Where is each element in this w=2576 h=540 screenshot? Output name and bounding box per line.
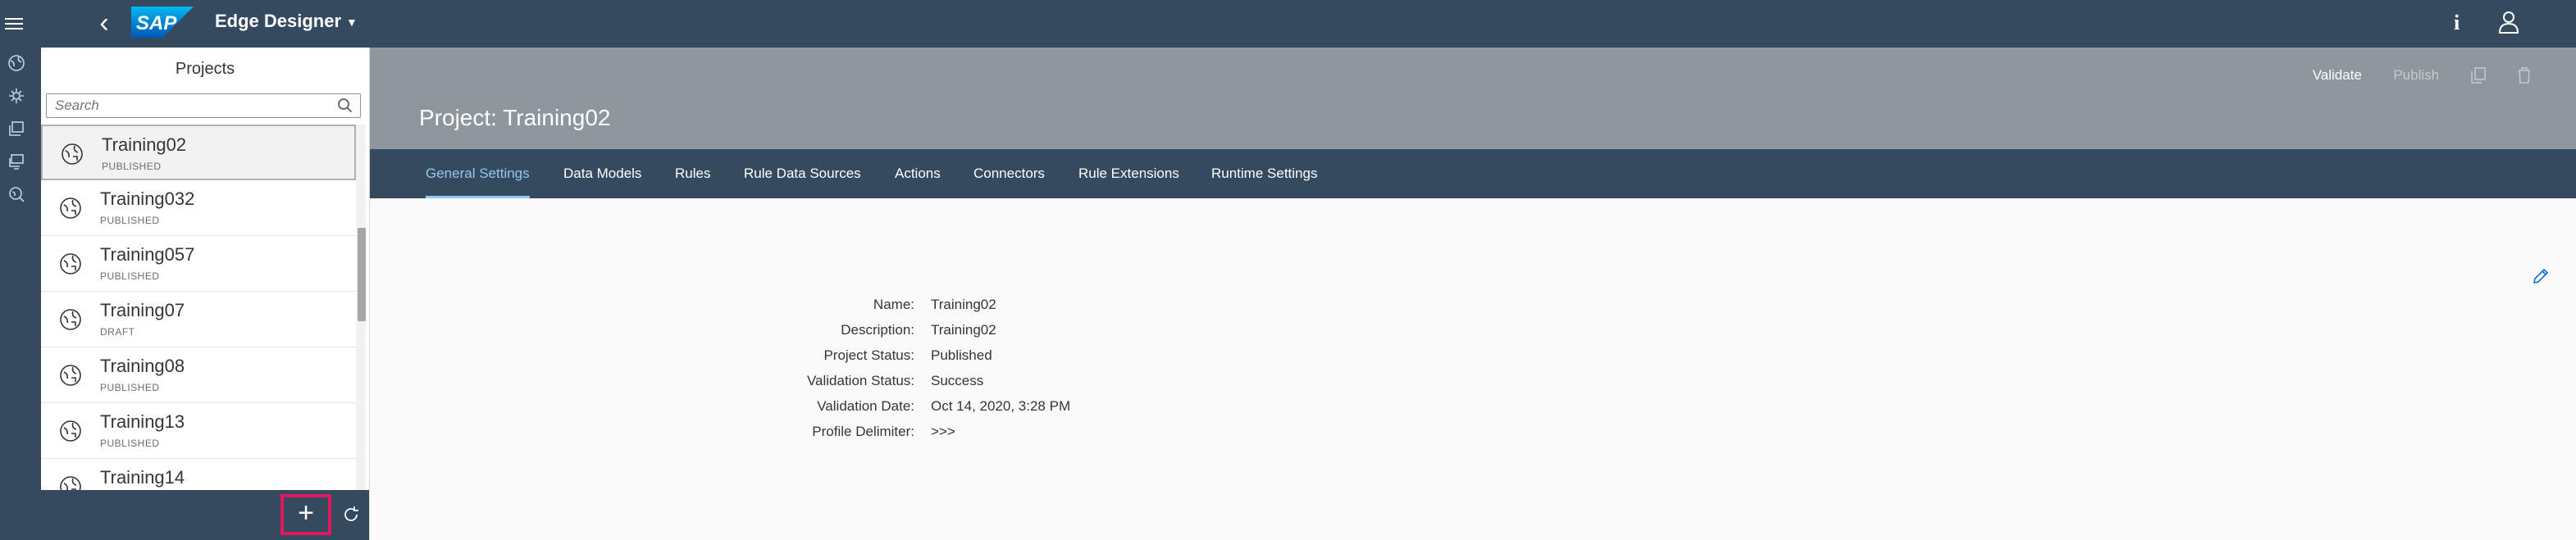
shell-bar: ‹ SAP Edge Designer ▼ i [0,0,2576,48]
project-status: PUBLISHED [100,382,160,393]
delete-icon[interactable] [2517,67,2532,84]
tab-rules[interactable]: Rules [675,149,710,198]
search-input[interactable] [53,94,327,117]
side-navigation [0,48,41,540]
field-label: Profile Delimiter: [812,424,914,439]
project-icon [60,197,81,219]
projects-panel: Projects Training02 PUBLISHED Training03… [41,48,370,540]
chevron-down-icon: ▼ [346,16,358,29]
edit-icon[interactable] [2532,267,2550,285]
field-label: Validation Date: [817,398,914,414]
info-icon[interactable]: i [2454,11,2460,35]
app-title[interactable]: Edge Designer ▼ [215,11,358,32]
refresh-icon[interactable] [341,505,361,524]
validate-button[interactable]: Validate [2313,67,2362,84]
list-footer-toolbar: + [41,490,369,540]
project-icon [60,420,81,442]
back-icon[interactable]: ‹ [92,8,116,38]
search-icon[interactable] [337,98,353,114]
project-icon [60,365,81,386]
add-project-button[interactable]: + [280,494,331,535]
project-icon [62,143,83,165]
field-value: Success [931,373,984,388]
search-field[interactable] [46,93,361,118]
project-name: Training14 [100,467,185,488]
field-label: Name: [873,297,914,312]
project-icon [60,476,81,490]
tab-connectors[interactable]: Connectors [973,149,1045,198]
list-item[interactable]: Training02 PUBLISHED [41,125,356,180]
svg-text:SAP: SAP [136,12,177,34]
field-label: Project Status: [823,347,914,363]
tab-bar: General Settings Data Models Rules Rule … [370,149,2576,198]
tab-actions[interactable]: Actions [895,149,941,198]
user-icon[interactable] [2496,10,2521,34]
scrollbar-thumb[interactable] [358,228,366,321]
project-name: Training07 [100,300,185,320]
tab-rule-data-sources[interactable]: Rule Data Sources [744,149,861,198]
tab-general-settings[interactable]: General Settings [426,149,530,198]
field-value: Published [931,347,992,363]
list-item[interactable]: Training14 [41,459,356,490]
menu-icon[interactable] [5,15,23,33]
field-value: >>> [931,424,955,439]
field-label: Validation Status: [806,373,914,388]
panel-title: Projects [175,60,235,78]
stack-icon[interactable] [7,120,25,138]
general-settings-form: Name: Training02 Description: Training02… [370,198,2576,540]
project-status: PUBLISHED [100,270,160,282]
project-name: Training057 [100,244,195,265]
project-status: PUBLISHED [100,215,160,226]
gear-network-icon[interactable] [7,87,25,105]
list-item[interactable]: Training13 PUBLISHED [41,403,356,459]
project-status: PUBLISHED [102,161,162,172]
page-title: Project: Training02 [419,105,611,130]
monitor-icon[interactable] [7,152,25,170]
list-item[interactable]: Training07 DRAFT [41,292,356,347]
project-status: DRAFT [100,326,135,338]
project-name: Training032 [100,188,195,209]
field-label: Description: [841,322,914,338]
field-value: Training02 [931,322,996,338]
object-header: Project: Training02 Validate Publish [370,48,2576,149]
search-globe-icon[interactable] [7,185,25,203]
project-name: Training02 [102,134,187,155]
app-title-label: Edge Designer [215,11,342,31]
detail-page: Project: Training02 Validate Publish Gen… [370,48,2576,540]
header-actions: Validate Publish [2285,67,2532,84]
list-item[interactable]: Training032 PUBLISHED [41,180,356,236]
list-scrollbar[interactable] [356,125,366,490]
list-item[interactable]: Training057 PUBLISHED [41,236,356,292]
tab-data-models[interactable]: Data Models [563,149,641,198]
field-value: Training02 [931,297,996,312]
globe-icon[interactable] [7,54,25,72]
project-icon [60,309,81,330]
project-name: Training08 [100,356,185,376]
tab-rule-extensions[interactable]: Rule Extensions [1078,149,1179,198]
field-value: Oct 14, 2020, 3:28 PM [931,398,1071,414]
copy-icon[interactable] [2470,67,2486,84]
sap-logo: SAP [131,7,194,38]
publish-button[interactable]: Publish [2393,67,2439,84]
project-name: Training13 [100,411,185,432]
project-status: PUBLISHED [100,438,160,449]
project-icon [60,253,81,275]
list-item[interactable]: Training08 PUBLISHED [41,347,356,403]
project-list: Training02 PUBLISHED Training032 PUBLISH… [41,125,356,490]
tab-runtime-settings[interactable]: Runtime Settings [1211,149,1317,198]
